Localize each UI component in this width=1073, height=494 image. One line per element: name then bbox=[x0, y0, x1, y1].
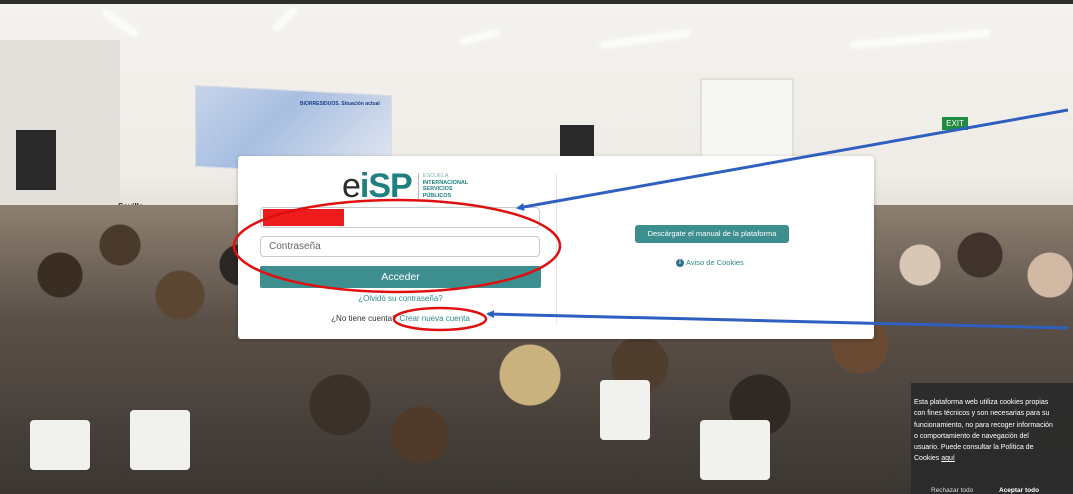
no-account-text: ¿No tiene cuenta? bbox=[331, 314, 397, 323]
chair bbox=[600, 380, 650, 440]
create-account-link[interactable]: Crear nueva cuenta bbox=[400, 314, 470, 323]
cookie-notice-label: Aviso de Cookies bbox=[686, 258, 744, 267]
accept-all-button[interactable]: Aceptar todo bbox=[999, 487, 1039, 494]
window-top-edge bbox=[0, 0, 1073, 4]
cookie-banner: Esta plataforma web utiliza cookies prop… bbox=[911, 383, 1073, 494]
reject-all-button[interactable]: Rechazar todo bbox=[931, 487, 973, 494]
panel-divider bbox=[556, 174, 557, 324]
redaction-box bbox=[263, 209, 344, 226]
password-input[interactable] bbox=[260, 236, 540, 257]
ceiling-light bbox=[272, 6, 298, 32]
chair bbox=[30, 420, 90, 470]
ceiling-light bbox=[850, 29, 990, 49]
ceiling-light bbox=[101, 9, 139, 37]
speaker-left bbox=[16, 130, 56, 190]
cookie-banner-text: Esta plataforma web utiliza cookies prop… bbox=[914, 399, 1053, 463]
cookie-policy-link[interactable]: aquí bbox=[941, 455, 955, 462]
info-icon: i bbox=[676, 258, 684, 267]
ceiling-light bbox=[459, 28, 501, 46]
logo-text: ESCUELA INTERNACIONAL SERVICIOS PÚBLICOS bbox=[417, 173, 468, 199]
cookie-notice-link[interactable]: i Aviso de Cookies bbox=[676, 258, 744, 267]
ceiling-light bbox=[600, 29, 690, 49]
login-button[interactable]: Acceder bbox=[260, 266, 541, 288]
projection-title: BIORRESIDUOS. Situación actual bbox=[300, 101, 380, 107]
chair bbox=[700, 420, 770, 480]
logo-mark: eiSP bbox=[342, 167, 413, 205]
forgot-password-link[interactable]: ¿Olvidó su contraseña? bbox=[238, 294, 563, 303]
signup-row: ¿No tiene cuenta? Crear nueva cuenta bbox=[238, 314, 563, 323]
chair bbox=[130, 410, 190, 470]
eisp-logo: eiSP ESCUELA INTERNACIONAL SERVICIOS PÚB… bbox=[342, 167, 468, 205]
login-panel: eiSP ESCUELA INTERNACIONAL SERVICIOS PÚB… bbox=[238, 156, 874, 339]
download-manual-button[interactable]: Descárgate el manual de la plataforma bbox=[635, 225, 789, 243]
exit-sign: EXIT bbox=[942, 117, 968, 130]
